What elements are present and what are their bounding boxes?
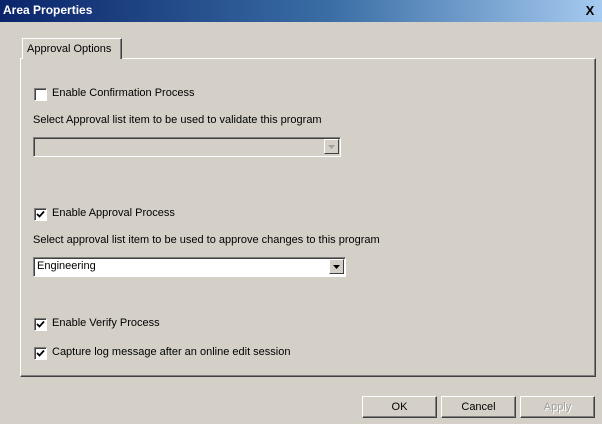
title-bar[interactable]: Area Properties X bbox=[0, 0, 602, 22]
enable-approval-checkbox[interactable] bbox=[34, 208, 47, 221]
close-icon[interactable]: X bbox=[582, 4, 598, 18]
enable-confirmation-label: Enable Confirmation Process bbox=[52, 87, 195, 99]
approval-select-value: Engineering bbox=[37, 260, 96, 272]
window-title: Area Properties bbox=[3, 3, 93, 17]
capture-log-message-checkbox[interactable] bbox=[34, 347, 47, 360]
chevron-down-icon[interactable] bbox=[324, 139, 339, 154]
tab-approval-options[interactable]: Approval Options bbox=[22, 38, 122, 59]
chevron-down-icon[interactable] bbox=[329, 259, 344, 274]
approval-list-select[interactable]: Engineering bbox=[33, 257, 346, 277]
confirmation-select-label: Select Approval list item to be used to … bbox=[33, 114, 322, 126]
cancel-button[interactable]: Cancel bbox=[441, 396, 516, 418]
tab-label: Approval Options bbox=[27, 43, 112, 55]
ok-button[interactable]: OK bbox=[362, 396, 437, 418]
enable-approval-label: Enable Approval Process bbox=[52, 207, 175, 219]
enable-verify-label: Enable Verify Process bbox=[52, 317, 160, 329]
enable-confirmation-checkbox[interactable] bbox=[34, 88, 47, 101]
apply-button[interactable]: Apply bbox=[520, 396, 595, 418]
area-properties-dialog: Area Properties X Approval Options Enabl… bbox=[0, 0, 602, 424]
approval-select-label: Select approval list item to be used to … bbox=[33, 234, 380, 246]
enable-verify-checkbox[interactable] bbox=[34, 318, 47, 331]
confirmation-list-select[interactable] bbox=[33, 137, 341, 157]
capture-log-message-label: Capture log message after an online edit… bbox=[52, 346, 291, 358]
